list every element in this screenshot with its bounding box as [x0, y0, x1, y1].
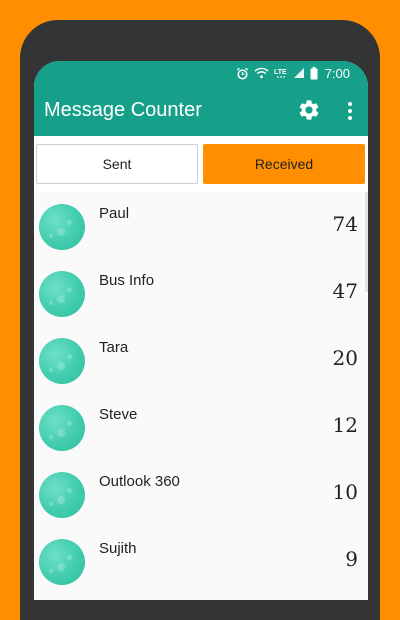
avatar — [39, 472, 85, 518]
app-bar: LTE 7:00 Message Counter — [34, 61, 368, 136]
tab-sent-label: Sent — [102, 156, 132, 172]
status-time: 7:00 — [324, 65, 350, 81]
phone-screen: LTE 7:00 Message Counter Sent Received P… — [34, 61, 368, 600]
contact-list: Paul 74 Bus Info 47 Tara 20 Steve 12 Out… — [34, 192, 368, 600]
list-item[interactable]: Paul 74 — [34, 192, 368, 259]
contact-name: Sujith — [99, 540, 137, 557]
message-count: 47 — [332, 279, 358, 303]
message-count: 20 — [332, 346, 358, 370]
message-count: 74 — [332, 212, 358, 236]
message-count: 9 — [345, 547, 358, 571]
list-item[interactable]: Bus Info 47 — [34, 259, 368, 326]
avatar — [39, 405, 85, 451]
contact-name: Outlook 360 — [99, 473, 180, 490]
tab-sent[interactable]: Sent — [36, 144, 198, 184]
list-item[interactable]: Steve 12 — [34, 393, 368, 460]
list-item[interactable]: Outlook 360 10 — [34, 460, 368, 527]
contact-name: Paul — [99, 205, 130, 222]
settings-button[interactable] — [297, 98, 321, 122]
scrollbar-thumb[interactable] — [365, 192, 368, 292]
tab-received-label: Received — [254, 156, 314, 172]
message-count: 10 — [332, 480, 358, 504]
battery-icon — [310, 66, 318, 80]
avatar — [39, 338, 85, 384]
gear-icon — [299, 100, 319, 120]
message-count: 12 — [332, 413, 358, 437]
tab-bar: Sent Received — [34, 136, 368, 192]
alarm-icon — [236, 67, 249, 80]
app-title: Message Counter — [44, 99, 202, 121]
signal-icon — [293, 67, 305, 79]
lte-text: LTE — [274, 69, 287, 76]
list-item[interactable]: Tara 20 — [34, 326, 368, 393]
list-item[interactable]: Sujith 9 — [34, 527, 368, 594]
contact-name: Bus Info — [99, 272, 155, 289]
status-bar: LTE 7:00 — [236, 65, 350, 81]
overflow-menu-button[interactable] — [340, 100, 360, 122]
lte-icon: LTE — [274, 67, 288, 79]
avatar — [39, 271, 85, 317]
avatar — [39, 204, 85, 250]
more-vert-icon — [348, 102, 352, 120]
contact-name: Steve — [99, 406, 138, 423]
contact-name: Tara — [99, 339, 129, 356]
wifi-icon — [254, 67, 269, 79]
avatar — [39, 539, 85, 585]
tab-received[interactable]: Received — [203, 144, 365, 184]
